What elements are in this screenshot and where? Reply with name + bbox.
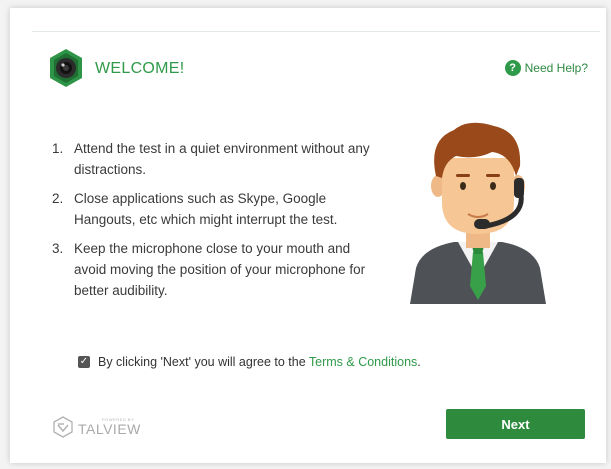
camera-lens-hexagon-icon: [50, 49, 82, 87]
terms-link[interactable]: Terms & Conditions: [309, 355, 417, 369]
headset-agent-icon: [410, 122, 546, 304]
list-item-number: 1.: [52, 141, 64, 156]
list-item: 2. Close applications such as Skype, Goo…: [52, 188, 382, 230]
list-item: 1. Attend the test in a quiet environmen…: [52, 138, 382, 180]
agreement-suffix: .: [417, 355, 421, 369]
need-help-link[interactable]: ? Need Help?: [504, 60, 588, 76]
list-item-text: Keep the microphone close to your mouth …: [74, 241, 366, 298]
agreement-text: By clicking 'Next' you will agree to the…: [98, 355, 421, 369]
brand-name: TALVIEW: [78, 421, 141, 437]
list-item: 3. Keep the microphone close to your mou…: [52, 238, 382, 301]
list-item-text: Attend the test in a quiet environment w…: [74, 141, 370, 177]
instruction-list: 1. Attend the test in a quiet environmen…: [52, 138, 382, 309]
terms-agreement: ✓ By clicking 'Next' you will agree to t…: [78, 355, 421, 369]
need-help-label: Need Help?: [524, 61, 588, 75]
talview-logo-icon: [53, 416, 73, 438]
welcome-card: WELCOME! ? Need Help? 1. Attend the test…: [10, 8, 606, 463]
list-item-text: Close applications such as Skype, Google…: [74, 191, 338, 227]
top-divider: [32, 31, 600, 32]
question-circle-icon: ?: [504, 60, 521, 76]
list-item-number: 2.: [52, 191, 64, 206]
agreement-prefix: By clicking 'Next' you will agree to the: [98, 355, 309, 369]
next-button[interactable]: Next: [446, 409, 585, 439]
page-title: WELCOME!: [95, 60, 185, 77]
powered-by-brand: POWERED BY TALVIEW: [52, 416, 141, 438]
agree-checkbox[interactable]: ✓: [78, 356, 90, 368]
list-item-number: 3.: [52, 241, 64, 256]
